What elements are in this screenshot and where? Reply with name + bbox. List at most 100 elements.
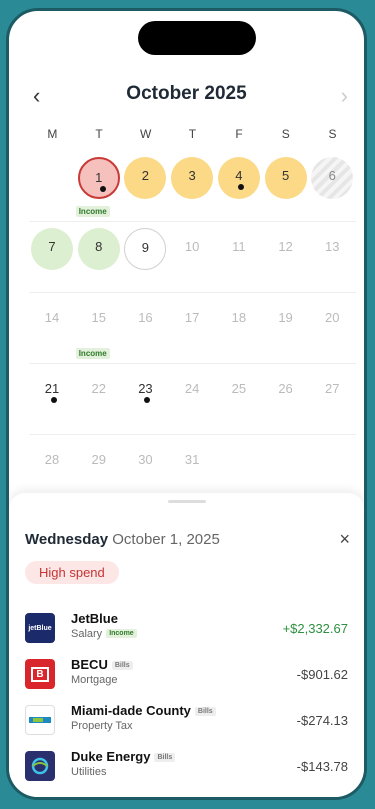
day-number: 15 bbox=[91, 310, 106, 325]
calendar-day-cell[interactable]: 9 bbox=[122, 228, 169, 288]
day-number: 18 bbox=[231, 310, 247, 325]
transaction-amount: -$274.13 bbox=[296, 713, 348, 728]
calendar-day-cell[interactable]: 18 bbox=[216, 299, 263, 359]
high-spend-badge: High spend bbox=[25, 561, 119, 584]
weekday-label: T bbox=[188, 127, 197, 141]
merchant-name: BECU Bills bbox=[71, 657, 133, 672]
day-number: 1 bbox=[77, 157, 120, 199]
category-tag: Bills bbox=[154, 753, 176, 762]
transaction-row[interactable]: jetBlue JetBlue Salary Income +$2,332.67 bbox=[9, 607, 364, 651]
chevron-right-icon[interactable]: › bbox=[341, 83, 348, 109]
calendar-week: 21 22 23 24 25 26 27 bbox=[29, 364, 356, 435]
day-number: 8 bbox=[77, 228, 120, 270]
transaction-amount: -$901.62 bbox=[296, 667, 348, 682]
weekday-label: T bbox=[95, 127, 103, 141]
sheet-title: Wednesday October 1, 2025 bbox=[25, 531, 220, 548]
calendar-day-cell[interactable]: 12 bbox=[263, 228, 310, 288]
transaction-category: Utilities bbox=[71, 766, 107, 778]
day-number: 24 bbox=[184, 381, 200, 396]
calendar-day-cell[interactable]: 2 bbox=[122, 157, 169, 217]
day-number: 7 bbox=[31, 228, 73, 270]
calendar-day-cell[interactable]: 7 bbox=[29, 228, 76, 288]
calendar-day-cell[interactable]: 20 bbox=[309, 299, 356, 359]
day-number: 9 bbox=[124, 228, 167, 270]
calendar-day-cell[interactable]: 10 bbox=[169, 228, 216, 288]
day-number: 19 bbox=[278, 310, 293, 325]
transaction-dot bbox=[51, 397, 57, 403]
calendar-day-cell[interactable]: 8 bbox=[76, 228, 123, 288]
day-number: 11 bbox=[232, 239, 246, 254]
calendar-day-cell[interactable]: 24 bbox=[169, 370, 216, 430]
sheet-grabber[interactable] bbox=[168, 500, 206, 503]
merchant-name: JetBlue bbox=[71, 611, 118, 626]
day-number: 29 bbox=[91, 452, 106, 467]
transaction-row[interactable]: B BECU Bills Mortgage -$901.62 bbox=[9, 653, 364, 697]
selected-weekday: Wednesday bbox=[25, 531, 109, 548]
calendar-day-cell[interactable]: 11 bbox=[216, 228, 263, 288]
calendar-day-cell[interactable]: 28 bbox=[29, 441, 76, 501]
calendar-day-cell[interactable]: 15 Income bbox=[75, 299, 123, 359]
calendar-day-cell[interactable]: 25 bbox=[216, 370, 263, 430]
weekday-label: F bbox=[235, 127, 243, 141]
day-number: 31 bbox=[184, 452, 200, 467]
day-number: 2 bbox=[124, 157, 167, 199]
day-number: 10 bbox=[184, 239, 200, 254]
calendar-day-cell[interactable]: 5 bbox=[263, 157, 310, 217]
transaction-dot bbox=[99, 186, 106, 192]
transaction-dot bbox=[237, 184, 244, 190]
month-header: ‹ October 2025 › bbox=[9, 81, 364, 111]
weekday-label: W bbox=[140, 127, 152, 141]
day-number: 22 bbox=[91, 381, 106, 396]
calendar-day-cell[interactable]: 27 bbox=[309, 370, 356, 430]
merchant-logo bbox=[25, 705, 55, 735]
calendar-day-cell[interactable]: 3 bbox=[169, 157, 216, 217]
weekday-label: S bbox=[328, 127, 337, 141]
day-number: 23 bbox=[124, 370, 166, 412]
calendar-day-cell[interactable]: 29 bbox=[76, 441, 123, 501]
calendar-day-cell[interactable]: 17 bbox=[169, 299, 216, 359]
selected-date: October 1, 2025 bbox=[112, 531, 220, 548]
close-icon[interactable]: × bbox=[339, 529, 350, 550]
calendar-day-cell[interactable]: 31 bbox=[169, 441, 216, 501]
calendar-day-cell[interactable]: 22 bbox=[76, 370, 123, 430]
transaction-row[interactable]: Duke Energy Bills Utilities -$143.78 bbox=[9, 745, 364, 789]
month-title: October 2025 bbox=[126, 83, 247, 104]
calendar-day-cell[interactable]: 21 bbox=[29, 370, 76, 430]
day-number: 4 bbox=[217, 157, 260, 199]
day-number: 3 bbox=[171, 157, 214, 199]
day-number: 14 bbox=[44, 310, 60, 325]
calendar-day-cell[interactable]: 14 bbox=[29, 299, 76, 359]
transaction-category: Mortgage bbox=[71, 674, 118, 686]
calendar-day-cell[interactable]: 13 bbox=[309, 228, 356, 288]
weekday-label: S bbox=[281, 127, 290, 141]
calendar-day-cell[interactable]: 19 bbox=[263, 299, 310, 359]
day-number: 12 bbox=[278, 239, 293, 254]
weekday-label: M bbox=[47, 127, 58, 141]
transaction-amount: -$143.78 bbox=[296, 759, 348, 774]
calendar-day-cell[interactable]: 30 bbox=[122, 441, 169, 501]
day-number: 27 bbox=[325, 381, 340, 396]
calendar-week: 14 15 Income 16 17 18 19 20 bbox=[29, 293, 356, 364]
day-number: 16 bbox=[138, 310, 153, 325]
transaction-category: Property Tax bbox=[71, 720, 133, 732]
category-tag: Income bbox=[106, 629, 137, 638]
merchant-name: Miami-dade County Bills bbox=[71, 703, 216, 718]
calendar-day-cell[interactable]: 23 bbox=[122, 370, 169, 430]
day-number: 6 bbox=[311, 157, 354, 199]
income-tag: Income bbox=[75, 206, 110, 217]
day-number: 21 bbox=[31, 370, 73, 412]
transaction-row[interactable]: Miami-dade County Bills Property Tax -$274.… bbox=[9, 699, 364, 743]
calendar-day-cell[interactable]: 16 bbox=[122, 299, 169, 359]
transaction-dot bbox=[144, 397, 151, 403]
day-number: 26 bbox=[278, 381, 293, 396]
calendar-day-cell[interactable]: 1 Income bbox=[75, 157, 123, 217]
phone-frame: ‹ October 2025 › MTWTFSS 1 Income 2 3 4 5 6 7 8 9… bbox=[6, 8, 367, 800]
weekday-header: MTWTFSS bbox=[29, 127, 356, 141]
calendar-day-cell[interactable]: 26 bbox=[263, 370, 310, 430]
calendar-day-cell[interactable]: 6 bbox=[309, 157, 356, 217]
calendar-day-cell[interactable]: 4 bbox=[216, 157, 263, 217]
transaction-amount: +$2,332.67 bbox=[282, 621, 348, 636]
day-number: 30 bbox=[138, 452, 153, 467]
day-number: 5 bbox=[264, 157, 307, 199]
merchant-logo bbox=[25, 751, 55, 781]
